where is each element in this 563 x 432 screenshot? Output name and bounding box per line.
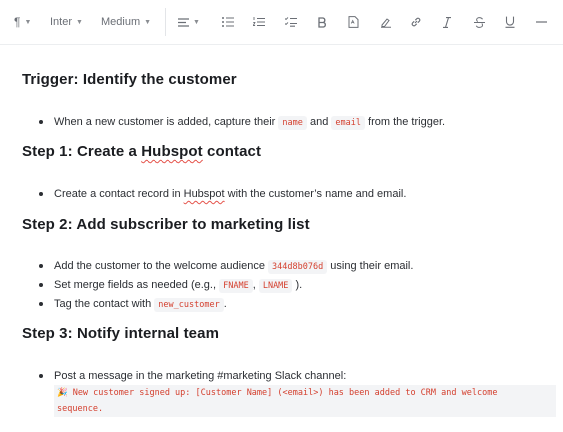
bullet-list-button[interactable]: [222, 0, 234, 44]
document-editor[interactable]: Trigger: Identify the customer When a ne…: [0, 44, 563, 432]
bullet-list-icon: [222, 17, 234, 27]
list-item: Tag the contact with new_customer.: [39, 296, 227, 313]
italic-button[interactable]: [443, 0, 451, 44]
list-item-text: using their email.: [330, 260, 414, 272]
heading-step-3: Step 3: Notify internal team: [22, 325, 220, 342]
underline-icon: [505, 16, 515, 28]
chevron-down-icon: ▼: [144, 18, 152, 26]
heading-step-2: Step 2: Add subscriber to marketing list: [22, 216, 310, 233]
inline-code: new_customer: [154, 298, 224, 312]
ordered-list-icon: [253, 17, 265, 27]
heading-text: contact: [202, 143, 262, 160]
strikethrough-icon: [474, 16, 485, 28]
italic-icon: [443, 16, 451, 28]
inline-code: email: [331, 116, 365, 130]
list-item-text: Create a contact record in: [54, 188, 184, 200]
list-item-text: ,: [252, 279, 256, 291]
list-item: Create a contact record in Hubspot with …: [38, 186, 407, 202]
highlight-icon: [381, 18, 391, 28]
list-item-text: with the customer’s name and email.: [224, 188, 407, 200]
list-item-text: When a new customer is added, capture th…: [54, 116, 276, 128]
list-item-text: Set merge fields as needed (e.g.,: [54, 279, 217, 291]
list-item-text: Add the customer to the welcome audience: [54, 260, 265, 272]
inline-code: FNAME: [219, 279, 253, 293]
horizontal-rule-icon: [536, 21, 547, 23]
file-icon: [348, 16, 359, 28]
paragraph-icon: ¶: [14, 15, 21, 29]
list-item: When a new customer is added, capture th…: [38, 114, 446, 131]
list-item: Post a message in the marketing #marketi…: [38, 368, 347, 384]
list-item-text: .: [223, 298, 227, 310]
code-line: 🎉 New customer signed up: [Customer Name…: [57, 388, 498, 398]
strikethrough-button[interactable]: [474, 0, 485, 44]
text-align-dropdown[interactable]: ▼: [178, 0, 200, 44]
list-item-text: and: [309, 116, 329, 128]
chevron-down-icon: ▼: [76, 18, 83, 26]
list-item: Set merge fields as needed (e.g., FNAME,…: [38, 277, 303, 294]
font-weight-value: Medium: [101, 16, 141, 28]
inline-code: 344d8b076d: [268, 260, 328, 274]
chevron-down-icon: ▼: [24, 18, 32, 26]
ordered-list-button[interactable]: [253, 0, 265, 44]
toolbar-divider: [165, 8, 166, 36]
list-item-text: Post a message in the marketing #marketi…: [54, 370, 347, 382]
align-left-icon: [178, 17, 189, 27]
code-block: 🎉 New customer signed up: [Customer Name…: [54, 385, 556, 417]
checklist-icon: [285, 17, 297, 27]
list-item-text: ).: [295, 279, 303, 291]
highlight-button[interactable]: [380, 0, 392, 44]
paragraph-style-dropdown[interactable]: ¶ ▼: [14, 0, 31, 44]
heading-step-1: Step 1: Create a Hubspot contact: [22, 143, 261, 160]
heading-trigger: Trigger: Identify the customer: [22, 71, 237, 88]
font-weight-dropdown[interactable]: Medium ▼: [101, 0, 151, 44]
file-button[interactable]: [348, 0, 359, 44]
font-family-value: Inter: [50, 16, 73, 28]
list-item-text: Tag the contact with: [54, 298, 152, 310]
bold-button[interactable]: [318, 0, 327, 44]
link-icon: [411, 17, 421, 27]
chevron-down-icon: ▼: [193, 18, 200, 26]
font-family-dropdown[interactable]: Inter ▼: [50, 0, 83, 44]
link-button[interactable]: [410, 0, 422, 44]
bold-icon: [318, 16, 326, 28]
checklist-button[interactable]: [285, 0, 297, 44]
underline-button[interactable]: [505, 0, 515, 44]
formatting-toolbar: ¶ ▼ Inter ▼ Medium ▼ ▼: [0, 0, 563, 44]
horizontal-rule-button[interactable]: [536, 0, 547, 44]
misspelled-word: Hubspot: [141, 143, 203, 160]
list-item-text: from the trigger.: [368, 116, 446, 128]
code-line: sequence.: [57, 404, 104, 414]
inline-code: LNAME: [258, 279, 293, 293]
list-item: Add the customer to the welcome audience…: [38, 258, 414, 275]
inline-code: name: [278, 116, 307, 130]
heading-text: Step 1: Create a: [22, 143, 142, 160]
misspelled-word: Hubspot: [183, 188, 225, 200]
